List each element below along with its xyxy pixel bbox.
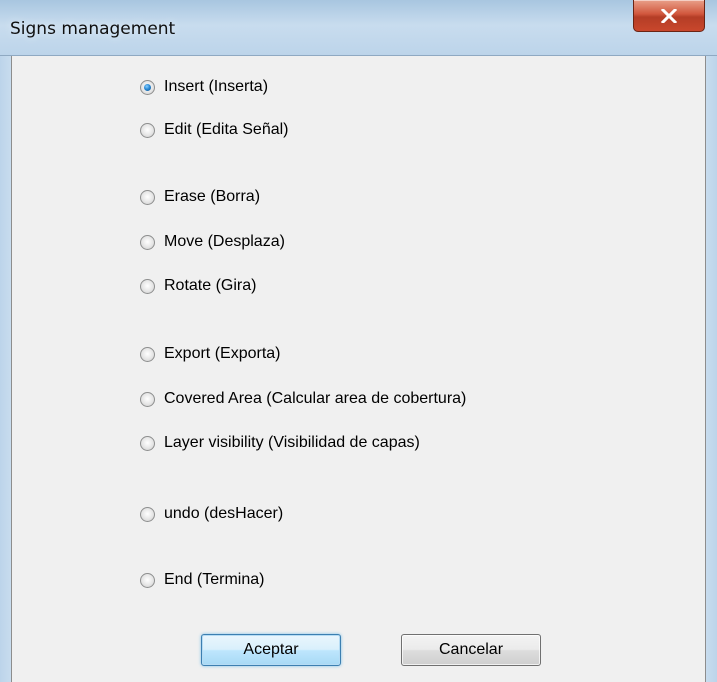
radio-label: Covered Area (Calcular area de cobertura… (164, 390, 467, 407)
radio-insert[interactable]: Insert (Inserta) (140, 75, 268, 99)
window-frame-right (706, 56, 717, 682)
radio-button[interactable] (140, 189, 155, 205)
radio-move[interactable]: Move (Desplaza) (140, 230, 285, 254)
radio-button[interactable] (140, 122, 155, 138)
radio-button[interactable] (140, 278, 155, 294)
radio-end[interactable]: End (Termina) (140, 568, 264, 592)
window-title: Signs management (10, 19, 176, 39)
radio-label: Insert (Inserta) (164, 78, 269, 95)
radio-undo[interactable]: undo (desHacer) (140, 502, 283, 526)
radio-button[interactable] (140, 435, 155, 451)
window-frame-left (0, 56, 11, 682)
radio-button[interactable] (140, 506, 155, 522)
radio-label: Export (Exporta) (164, 345, 281, 362)
radio-button[interactable] (140, 572, 155, 588)
close-icon (661, 8, 677, 23)
radio-covered-area[interactable]: Covered Area (Calcular area de cobertura… (140, 387, 466, 411)
radio-layer-visibility[interactable]: Layer visibility (Visibilidad de capas) (140, 431, 420, 455)
title-bar[interactable]: Signs management (0, 0, 717, 56)
radio-erase[interactable]: Erase (Borra) (140, 185, 260, 209)
radio-export[interactable]: Export (Exporta) (140, 342, 280, 366)
radio-label: Rotate (Gira) (164, 277, 257, 294)
dialog-body (11, 56, 706, 682)
cancel-button[interactable]: Cancelar (401, 634, 541, 666)
radio-button[interactable] (140, 234, 155, 250)
radio-label: undo (desHacer) (164, 505, 284, 522)
radio-button-checked[interactable] (140, 79, 155, 95)
radio-button[interactable] (140, 346, 155, 362)
accept-button[interactable]: Aceptar (201, 634, 341, 666)
radio-label: End (Termina) (164, 571, 265, 588)
radio-label: Layer visibility (Visibilidad de capas) (164, 434, 420, 451)
radio-label: Move (Desplaza) (164, 233, 285, 250)
close-button[interactable] (633, 0, 705, 32)
radio-button[interactable] (140, 391, 155, 407)
radio-label: Erase (Borra) (164, 188, 261, 205)
radio-rotate[interactable]: Rotate (Gira) (140, 274, 256, 298)
radio-edit[interactable]: Edit (Edita Señal) (140, 118, 289, 142)
radio-label: Edit (Edita Señal) (164, 121, 289, 138)
